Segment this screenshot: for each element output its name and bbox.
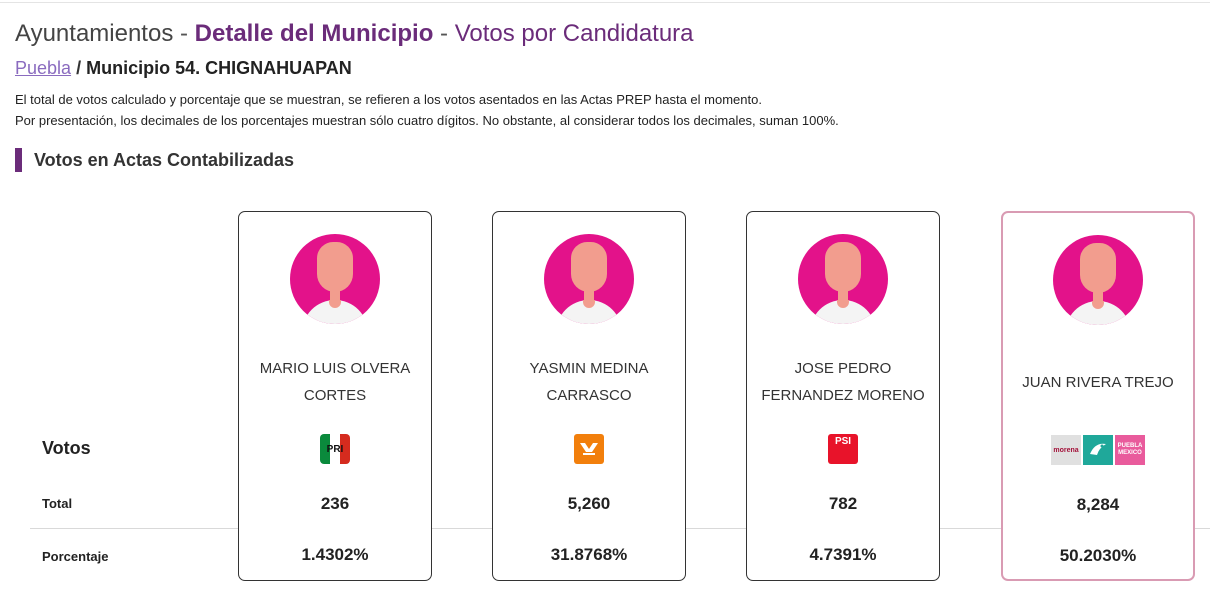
candidate-avatar [544, 234, 634, 324]
candidate-avatar [798, 234, 888, 324]
votos-row-label: Votos [42, 438, 91, 458]
candidate-name: FERNANDEZ MORENO [761, 387, 925, 404]
info-note: El total de votos calculado y porcentaje… [15, 92, 762, 107]
candidate-percentage: 4.7391% [809, 545, 877, 564]
candidate-avatar [1053, 235, 1143, 325]
psi-logo: PSI [828, 434, 858, 464]
total-row-label: Total [42, 496, 73, 511]
section-title: Votos en Actas Contabilizadas [34, 149, 295, 170]
title-section: Ayuntamientos [15, 20, 174, 47]
eagle-icon [580, 443, 598, 455]
candidate-avatar [290, 234, 380, 324]
pri-logo: PRI [320, 434, 350, 464]
breadcrumb-municipality: Municipio 54. CHIGNAHUAPAN [86, 58, 352, 78]
candidate-name: CARRASCO [546, 387, 632, 404]
title-separator: - [433, 20, 455, 47]
toucan-icon [1090, 443, 1106, 455]
party-logos: PRI [239, 434, 431, 464]
page-title: Ayuntamientos - Detalle del Municipio - … [15, 20, 694, 48]
percentage-row-label: Porcentaje [42, 549, 109, 564]
candidate-card-winner: JUAN RIVERA TREJO morena PUEBLA MEXICO 8… [1001, 211, 1195, 581]
mc-logo [574, 434, 604, 464]
party-logos: PSI [747, 434, 939, 464]
candidate-percentage: 1.4302% [301, 545, 369, 564]
candidate-card: MARIO LUIS OLVERA CORTES PRI 236 1.4302% [238, 211, 432, 581]
candidate-total-votes: 236 [320, 494, 350, 513]
breadcrumb: Puebla / Municipio 54. CHIGNAHUAPAN [15, 58, 352, 79]
candidate-percentage: 50.2030% [1059, 546, 1137, 565]
pvem-logo [1083, 435, 1113, 465]
candidate-name: YASMIN MEDINA [529, 360, 649, 377]
party-logos: morena PUEBLA MEXICO [1003, 435, 1193, 465]
title-detail: Detalle del Municipio [194, 20, 434, 47]
party-logos [493, 434, 685, 464]
candidate-total-votes: 5,260 [567, 494, 611, 513]
candidate-name: JUAN RIVERA TREJO [1022, 374, 1174, 391]
title-view: Votos por Candidatura [454, 20, 694, 47]
title-separator: - [173, 20, 195, 47]
candidate-total-votes: 8,284 [1076, 495, 1120, 514]
candidate-name: CORTES [303, 387, 367, 404]
section-header: Votos en Actas Contabilizadas [15, 148, 294, 172]
top-divider [0, 2, 1210, 3]
morena-logo: morena [1051, 435, 1081, 465]
candidate-card: YASMIN MEDINA CARRASCO 5,260 31.8768% [492, 211, 686, 581]
section-accent-bar [15, 148, 22, 172]
info-note: Por presentación, los decimales de los p… [15, 113, 839, 128]
pmp-logo: PUEBLA MEXICO [1115, 435, 1145, 465]
candidate-name: MARIO LUIS OLVERA [259, 360, 411, 377]
candidate-name: JOSE PEDRO [794, 360, 892, 377]
candidate-card: JOSE PEDRO FERNANDEZ MORENO PSI 782 4.73… [746, 211, 940, 581]
breadcrumb-state-link[interactable]: Puebla [15, 58, 71, 78]
candidate-total-votes: 782 [828, 494, 858, 513]
breadcrumb-separator: / [71, 58, 87, 78]
candidate-percentage: 31.8768% [550, 545, 628, 564]
